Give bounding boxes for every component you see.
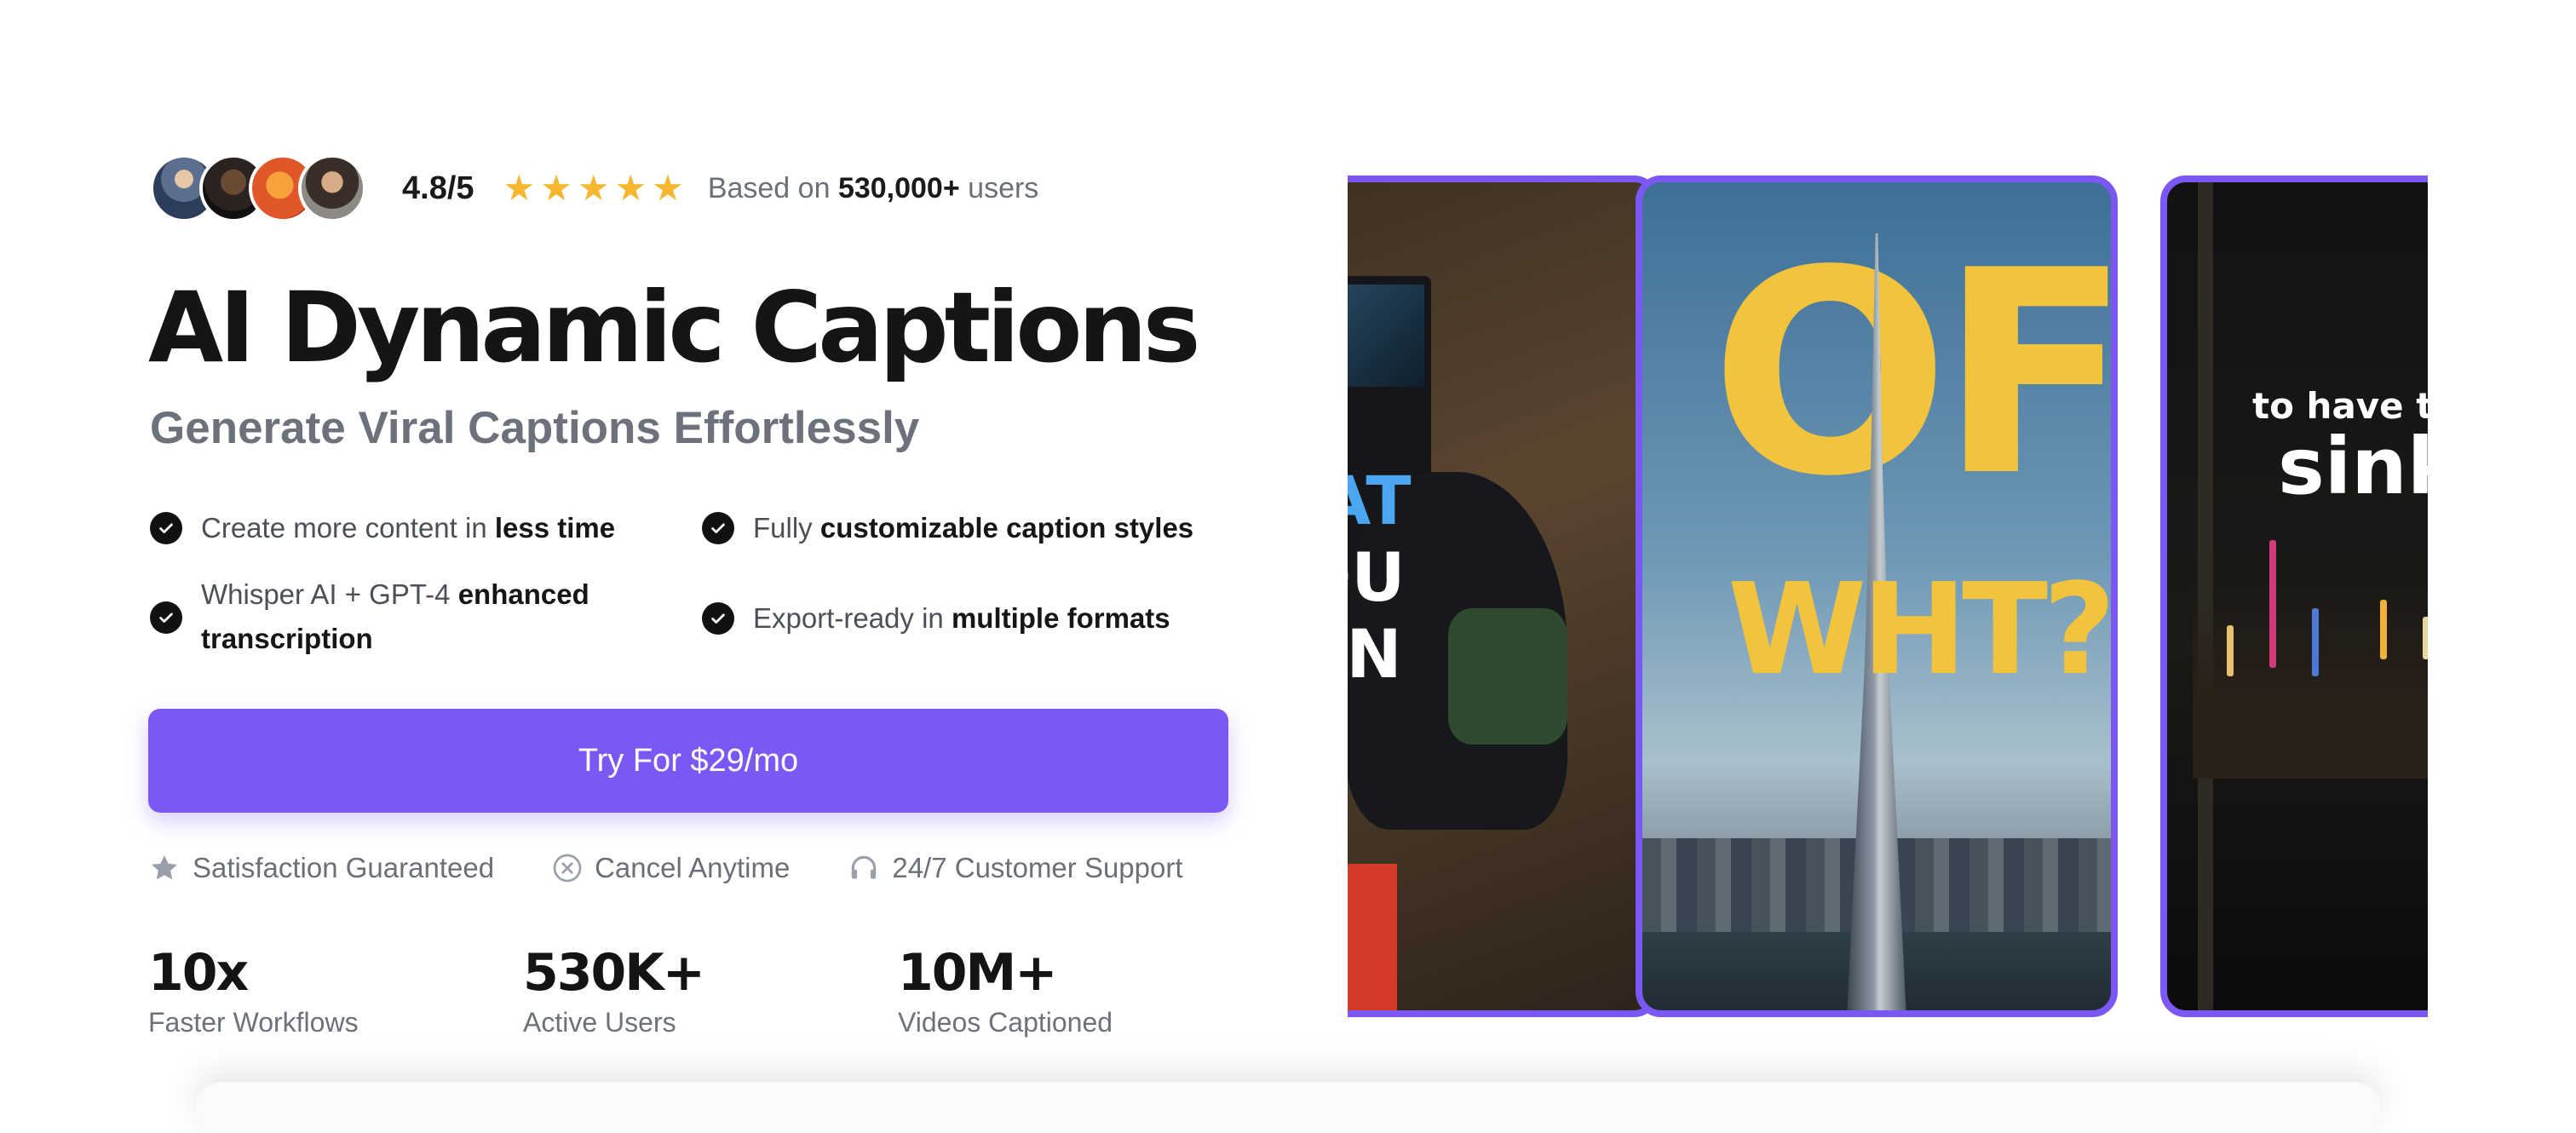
feature-item: Create more content in less time: [150, 506, 615, 550]
video-card[interactable]: IAT OU AN: [1348, 175, 1659, 1017]
guarantee-label: Cancel Anytime: [595, 852, 791, 883]
video-carousel[interactable]: IAT OU AN OF WHT? to have thi sink: [1348, 170, 2428, 1026]
check-icon: [702, 512, 734, 544]
guarantee-item: 24/7 Customer Support: [848, 852, 1183, 884]
headset-icon: [848, 852, 880, 884]
check-icon: [150, 512, 182, 544]
stat-value: 10x: [148, 943, 249, 1003]
stat-block: 10x Faster Workflows: [148, 942, 359, 1038]
star-icon: ★: [614, 168, 647, 208]
feature-item: Export-ready in multiple formats: [702, 596, 1170, 641]
star-icon: [148, 852, 181, 884]
stat-label: Faster Workflows: [148, 1007, 359, 1038]
user-count-text: Based on 530,000+ users: [708, 172, 1038, 205]
feature-text: Whisper AI + GPT-4 enhanced transcriptio…: [201, 578, 589, 654]
video-caption: OF: [1711, 210, 2118, 538]
video-caption: sink: [2278, 421, 2428, 512]
guarantee-row: Satisfaction Guaranteed Cancel Anytime 2…: [148, 852, 1183, 884]
star-icon: ★: [652, 168, 684, 208]
video-caption: WHT?: [1728, 556, 2111, 703]
stat-block: 10M+ Videos Captioned: [898, 942, 1113, 1038]
guarantee-item: Cancel Anytime: [552, 852, 790, 884]
video-caption: AN: [1348, 617, 1402, 693]
stat-value: 10M+: [898, 943, 1057, 1003]
night-city: [2193, 540, 2428, 779]
check-icon: [702, 602, 734, 635]
avatar-group: [150, 152, 366, 225]
video-caption: IAT: [1348, 463, 1412, 540]
feature-text: Fully customizable caption styles: [753, 512, 1194, 543]
social-proof-row: 4.8/5 ★ ★ ★ ★ ★ Based on 530,000+ users: [150, 152, 1038, 225]
rating-score: 4.8/5: [402, 170, 474, 206]
stat-label: Active Users: [523, 1007, 676, 1038]
feature-item: Whisper AI + GPT-4 enhanced transcriptio…: [150, 572, 627, 661]
video-caption: OU: [1348, 540, 1406, 617]
page-title: AI Dynamic Captions: [148, 271, 1201, 384]
avatar: [298, 154, 366, 222]
star-icon: ★: [503, 168, 536, 208]
red-object: [1348, 864, 1397, 1010]
star-icon: ★: [577, 168, 610, 208]
stat-block: 530K+ Active Users: [523, 942, 705, 1038]
star-rating: ★ ★ ★ ★ ★: [503, 170, 684, 206]
try-subscription-button[interactable]: Try For $29/mo: [148, 709, 1228, 813]
star-icon: ★: [540, 168, 572, 208]
stat-label: Videos Captioned: [898, 1007, 1113, 1038]
feature-text: Create more content in less time: [201, 512, 616, 543]
guarantee-item: Satisfaction Guaranteed: [148, 852, 494, 884]
next-section-shadow: [196, 1082, 2380, 1133]
guarantee-label: 24/7 Customer Support: [892, 852, 1183, 883]
user-count-prefix: Based on: [707, 171, 831, 204]
check-icon: [150, 601, 182, 634]
stat-value: 530K+: [523, 943, 705, 1003]
feature-text: Export-ready in multiple formats: [753, 602, 1170, 634]
guarantee-label: Satisfaction Guaranteed: [193, 852, 495, 883]
cancel-circle-icon: [552, 853, 583, 883]
user-count-value: 530,000+: [837, 171, 960, 204]
feature-item: Fully customizable caption styles: [702, 506, 1193, 550]
video-card[interactable]: OF WHT?: [1636, 175, 2118, 1017]
user-count-suffix: users: [968, 171, 1039, 204]
video-card[interactable]: to have thi sink: [2160, 175, 2428, 1017]
page-subtitle: Generate Viral Captions Effortlessly: [150, 403, 920, 453]
